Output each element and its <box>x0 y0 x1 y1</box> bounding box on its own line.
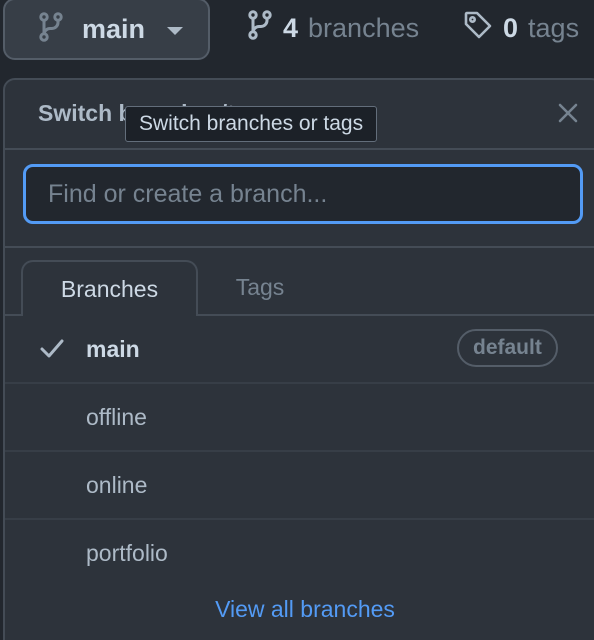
branch-search-input[interactable] <box>23 164 583 224</box>
branch-name: online <box>86 471 148 498</box>
search-section <box>5 148 594 248</box>
current-branch-name: main <box>82 13 146 44</box>
close-icon[interactable] <box>557 102 579 129</box>
branch-select-button[interactable]: main <box>3 0 210 60</box>
branch-name: portfolio <box>86 539 168 566</box>
tooltip: Switch branches or tags <box>125 106 378 142</box>
tab-bar: Branches Tags <box>5 260 594 316</box>
branch-name: offline <box>86 403 147 430</box>
check-icon <box>39 338 65 365</box>
branches-count: 4 <box>283 13 299 43</box>
git-branch-icon <box>247 10 273 47</box>
tags-label: tags <box>528 13 580 43</box>
branch-name: main <box>86 335 140 362</box>
branches-label: branches <box>308 13 420 43</box>
branch-item-offline[interactable]: offline <box>5 384 594 452</box>
tab-tags[interactable]: Tags <box>205 260 315 314</box>
page: main 4 branches 0 tags Switch Find or cr… <box>0 0 594 640</box>
default-badge: default <box>457 329 558 367</box>
branch-item-main[interactable]: main default <box>5 316 594 384</box>
tags-count-link[interactable]: 0 tags <box>463 10 579 47</box>
branch-item-portfolio[interactable]: portfolio <box>5 520 594 586</box>
branches-count-link[interactable]: 4 branches <box>247 10 419 47</box>
chevron-down-icon <box>167 26 184 35</box>
branch-list: main default offline online portfolio <box>5 316 594 586</box>
branch-switcher-panel: Switch branches/tags Branches Tags <box>3 78 594 640</box>
tags-count: 0 <box>503 13 519 43</box>
git-branch-icon <box>38 11 64 47</box>
view-all-branches-link[interactable]: View all branches <box>5 596 594 623</box>
tab-branches[interactable]: Branches <box>21 260 198 316</box>
branch-item-online[interactable]: online <box>5 452 594 520</box>
tag-icon <box>463 10 493 47</box>
